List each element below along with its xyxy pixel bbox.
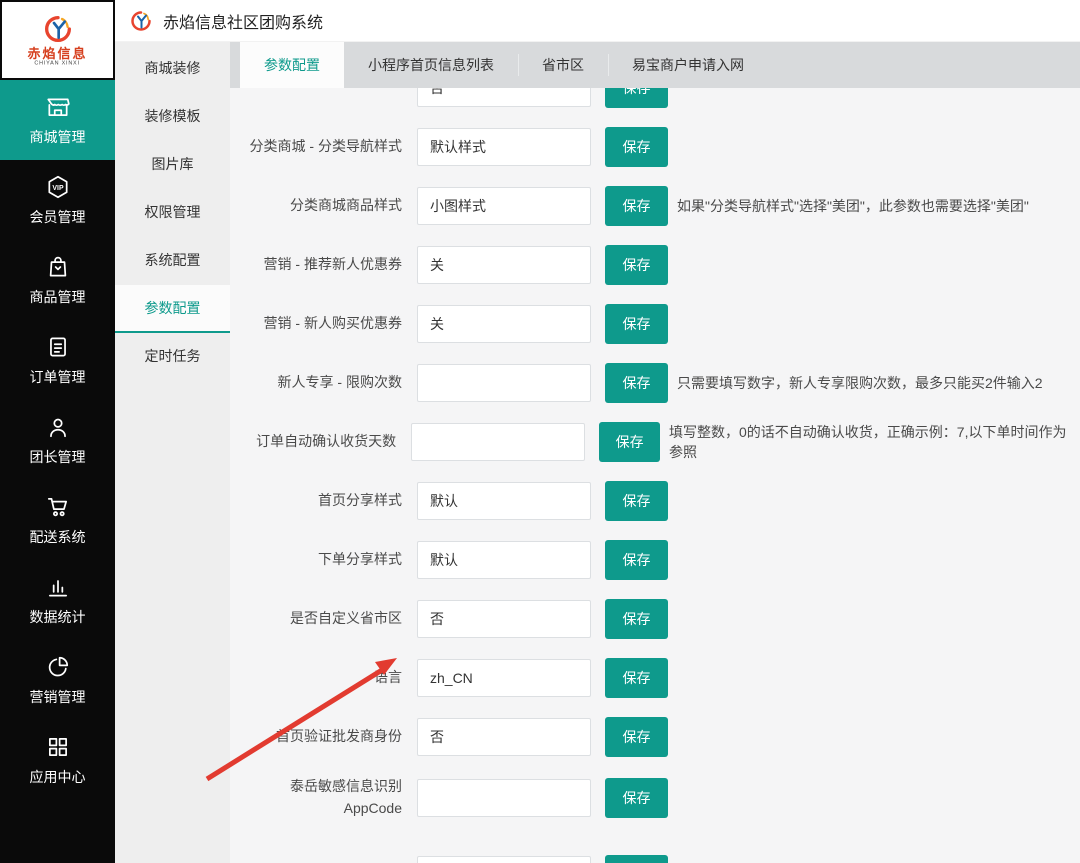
- save-button[interactable]: 保存: [605, 855, 668, 863]
- sidebar-item-3[interactable]: 订单管理: [0, 320, 115, 400]
- tab-2[interactable]: 省市区: [518, 42, 608, 88]
- form-row: 分类商城商品样式 保存 如果"分类导航样式"选择"美团"，此参数也需要选择"美团…: [230, 186, 1080, 226]
- app-title: 赤焰信息社区团购系统: [163, 9, 323, 33]
- save-button[interactable]: 保存: [605, 717, 668, 757]
- field-hint: 填写整数，0的话不自动确认收货，正确示例：7,以下单时间作为参照: [669, 422, 1080, 462]
- save-button[interactable]: 保存: [605, 540, 668, 580]
- sidebar-item-1[interactable]: VIP 会员管理: [0, 160, 115, 240]
- form-row: 下单分享样式 保存: [230, 540, 1080, 580]
- sidebar-item-6[interactable]: 数据统计: [0, 560, 115, 640]
- save-button[interactable]: 保存: [605, 778, 668, 818]
- form-row: 我的-页面样式 保存: [230, 855, 1080, 863]
- field-label: 首页验证批发商身份: [230, 726, 402, 748]
- form-row: 首页分享样式 保存: [230, 481, 1080, 521]
- field-input[interactable]: [417, 856, 591, 863]
- submenu-item-3[interactable]: 权限管理: [115, 189, 230, 237]
- sidebar-item-2[interactable]: 商品管理: [0, 240, 115, 320]
- field-input[interactable]: [417, 659, 591, 697]
- field-label: 语言: [230, 667, 402, 689]
- form-row: 订单自动确认收货天数 保存 填写整数，0的话不自动确认收货，正确示例：7,以下单…: [230, 422, 1080, 462]
- delivery-cart-icon: [45, 494, 71, 520]
- field-hint: 只需要填写数字，新人专享限购次数，最多只能买2件输入2: [677, 373, 1043, 393]
- form-row: 营销 - 新人购买优惠券 保存: [230, 304, 1080, 344]
- save-button[interactable]: 保存: [605, 127, 668, 167]
- save-button[interactable]: 保存: [605, 186, 668, 226]
- form-row: 语言 保存: [230, 658, 1080, 698]
- shopping-bag-icon: [45, 254, 71, 280]
- person-icon: [45, 414, 71, 440]
- brand-logo: 赤焰信息 CHIYAN XINXI: [2, 2, 113, 78]
- form-row: 是否自定义省市区 保存: [230, 599, 1080, 639]
- order-document-icon: [45, 334, 71, 360]
- field-input[interactable]: [417, 482, 591, 520]
- field-label: 泰岳敏感信息识别 AppCode: [230, 776, 402, 819]
- sidebar-item-5[interactable]: 配送系统: [0, 480, 115, 560]
- submenu-item-6[interactable]: 定时任务: [115, 333, 230, 381]
- form-row: 分类商城 - 分类导航样式 保存: [230, 127, 1080, 167]
- field-input[interactable]: [417, 600, 591, 638]
- field-input[interactable]: [411, 423, 585, 461]
- save-button[interactable]: 保存: [605, 245, 668, 285]
- settings-form: 保存 分类商城 - 分类导航样式 保存 分类商城商品样式 保存 如果"分类导航样…: [230, 88, 1080, 863]
- field-input[interactable]: [417, 364, 591, 402]
- form-row: 首页验证批发商身份 保存: [230, 717, 1080, 757]
- field-input[interactable]: [417, 779, 591, 817]
- field-label: 营销 - 推荐新人优惠券: [230, 254, 402, 276]
- submenu-item-2[interactable]: 图片库: [115, 141, 230, 189]
- field-label: 下单分享样式: [230, 549, 402, 571]
- form-row: 泰岳敏感信息识别 AppCode 保存: [230, 776, 1080, 819]
- field-input[interactable]: [417, 246, 591, 284]
- field-label: 是否自定义省市区: [230, 608, 402, 630]
- save-button[interactable]: 保存: [605, 304, 668, 344]
- form-row: 新人专享 - 限购次数 保存 只需要填写数字，新人专享限购次数，最多只能买2件输…: [230, 363, 1080, 403]
- tab-bar: 参数配置小程序首页信息列表省市区易宝商户申请入网: [230, 42, 1080, 88]
- field-label: 营销 - 新人购买优惠券: [230, 313, 402, 335]
- bar-chart-icon: [45, 574, 71, 600]
- field-input[interactable]: [417, 88, 591, 107]
- app-logo-icon: [129, 9, 153, 33]
- form-row: 保存: [230, 88, 1080, 108]
- sidebar-item-4[interactable]: 团长管理: [0, 400, 115, 480]
- sidebar-item-7[interactable]: 营销管理: [0, 640, 115, 720]
- tab-3[interactable]: 易宝商户申请入网: [608, 42, 768, 88]
- field-label: 分类商城 - 分类导航样式: [230, 136, 402, 158]
- save-button[interactable]: 保存: [605, 363, 668, 403]
- field-label: 首页分享样式: [230, 490, 402, 512]
- field-label: 订单自动确认收货天数: [230, 431, 396, 453]
- pie-chart-icon: [45, 654, 71, 680]
- brand-swirl-icon: [42, 13, 74, 45]
- brand-subtitle: CHIYAN XINXI: [35, 61, 80, 66]
- app-grid-icon: [45, 734, 71, 760]
- field-label: 分类商城商品样式: [230, 195, 402, 217]
- sidebar-item-8[interactable]: 应用中心: [0, 720, 115, 800]
- brand-name: 赤焰信息: [27, 47, 87, 60]
- save-button[interactable]: 保存: [599, 422, 660, 462]
- storefront-icon: [45, 94, 71, 120]
- field-input[interactable]: [417, 187, 591, 225]
- save-button[interactable]: 保存: [605, 658, 668, 698]
- save-button[interactable]: 保存: [605, 599, 668, 639]
- primary-sidebar: 赤焰信息 CHIYAN XINXI 商城管理 VIP 会员管理 商品管理 订单管…: [0, 0, 115, 863]
- submenu-item-4[interactable]: 系统配置: [115, 237, 230, 285]
- submenu-item-5[interactable]: 参数配置: [115, 285, 230, 333]
- save-button[interactable]: 保存: [605, 481, 668, 521]
- sidebar-item-0[interactable]: 商城管理: [0, 80, 115, 160]
- field-input[interactable]: [417, 718, 591, 756]
- vip-badge-icon: VIP: [45, 174, 71, 200]
- submenu-item-1[interactable]: 装修模板: [115, 93, 230, 141]
- tab-0[interactable]: 参数配置: [240, 42, 344, 88]
- submenu-item-0[interactable]: 商城装修: [115, 45, 230, 93]
- app-header: 赤焰信息社区团购系统: [115, 0, 1080, 42]
- field-input[interactable]: [417, 541, 591, 579]
- secondary-sidebar: 商城装修装修模板图片库权限管理系统配置参数配置定时任务: [115, 42, 230, 863]
- save-button[interactable]: 保存: [605, 88, 668, 108]
- svg-text:VIP: VIP: [52, 184, 64, 191]
- primary-nav: 商城管理 VIP 会员管理 商品管理 订单管理 团长管理 配送系统 数据统计 营…: [0, 80, 115, 800]
- tab-1[interactable]: 小程序首页信息列表: [344, 42, 518, 88]
- field-label: 新人专享 - 限购次数: [230, 372, 402, 394]
- field-hint: 如果"分类导航样式"选择"美团"，此参数也需要选择"美团": [677, 196, 1029, 216]
- field-input[interactable]: [417, 128, 591, 166]
- field-input[interactable]: [417, 305, 591, 343]
- form-row: 营销 - 推荐新人优惠券 保存: [230, 245, 1080, 285]
